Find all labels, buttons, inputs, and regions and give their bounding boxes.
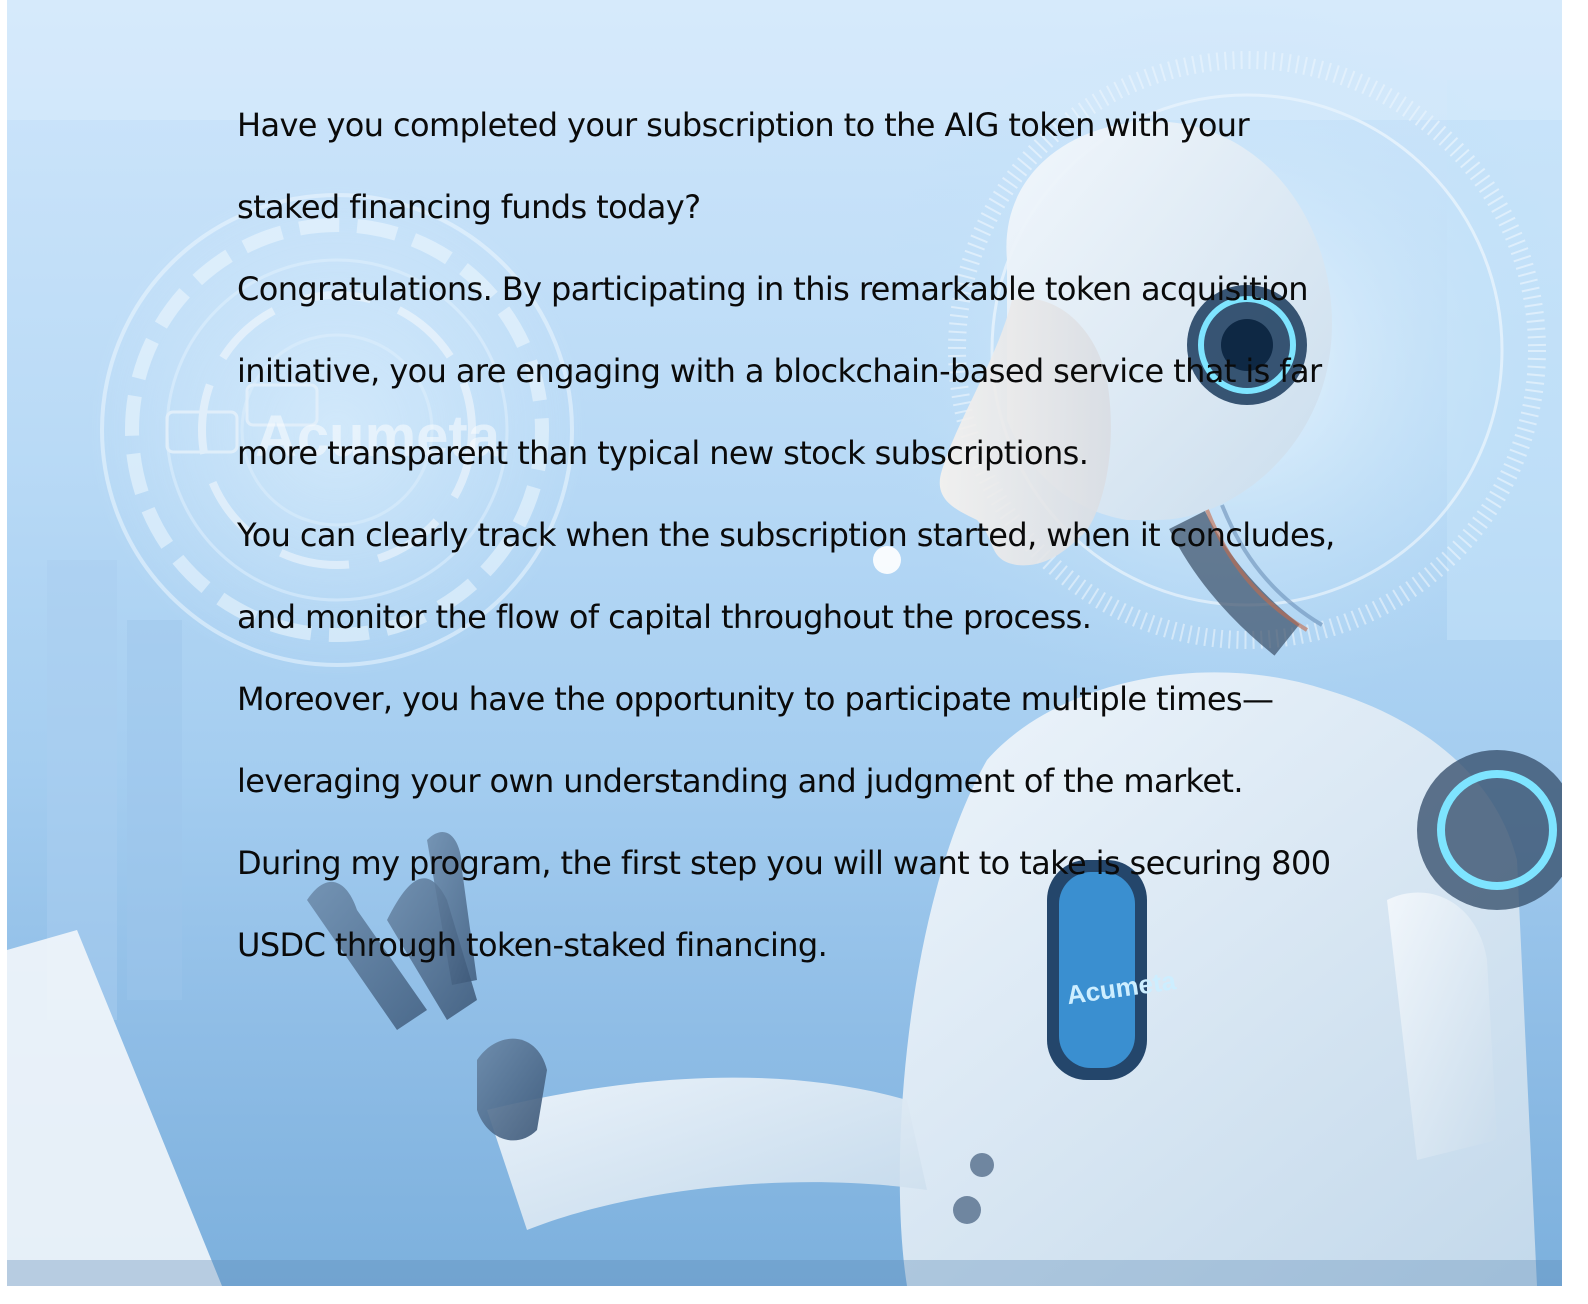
- paragraph-participation: Moreover, you have the opportunity to pa…: [237, 680, 1274, 800]
- message-text: Have you completed your subscription to …: [237, 84, 1357, 986]
- paragraph-tracking: You can clearly track when the subscript…: [237, 516, 1335, 636]
- document-page: Acumeta Acumeta Have you completed your …: [7, 0, 1562, 1286]
- paragraph-first-step: During my program, the first step you wi…: [237, 844, 1331, 964]
- paragraph-congratulations: Congratulations. By participating in thi…: [237, 270, 1322, 472]
- paragraph-question: Have you completed your subscription to …: [237, 106, 1250, 226]
